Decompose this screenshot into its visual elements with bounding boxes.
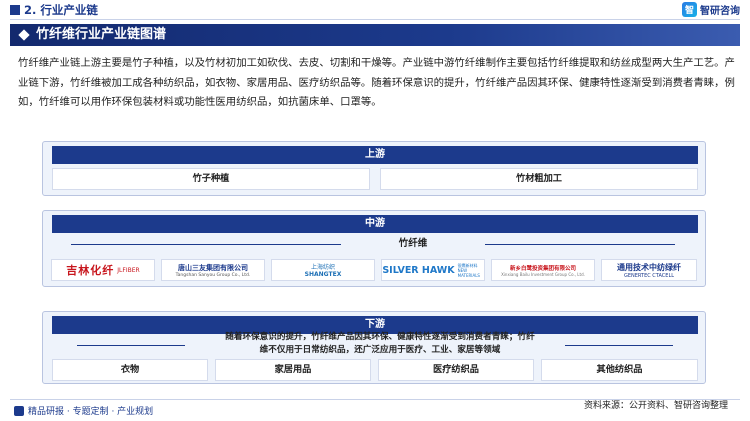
company-name: 唐山三友集团有限公司 [178,263,248,272]
data-source: 资料来源：公开资料、智研咨询整理 [583,401,728,411]
title-banner: 竹纤维行业产业链图谱 [10,24,740,46]
top-header: 2. 行业产业链 智 智研咨询 [0,0,750,20]
downstream-item-other: 其他纺织品 [541,359,698,381]
upstream-item-bamboo-processing: 竹材粗加工 [380,168,698,190]
upstream-item-bamboo-planting: 竹子种植 [52,168,370,190]
company-name: SILVER HAWK [382,264,455,276]
midstream-title: 中游 [52,215,698,233]
company-logo-shangtex[interactable]: 上海纺织 SHANGTEX [271,259,375,281]
section-marker-icon [10,5,20,15]
company-name: 通用技术中纺绿纤 [617,262,681,272]
intro-paragraph: 竹纤维产业链上游主要是竹子种植，以及竹材初加工如砍伐、去皮、切割和干燥等。产业链… [18,57,735,108]
company-name: 上海纺织 [310,264,335,271]
company-name: 吉林化纤 [66,264,115,277]
downstream-item-medical: 医疗纺织品 [378,359,534,381]
brand-name: 智研咨询 [700,6,740,17]
upstream-panel: 上游 竹子种植 竹材粗加工 [42,141,706,196]
downstream-description-line1: 随着环保意识的提升，竹纤维产品因其环保、健康特性逐渐受到消费者青睐；竹纤 [225,332,535,342]
midstream-left-rule [71,244,341,245]
brand-logo[interactable]: 智 智研咨询 [682,2,740,17]
company-sub: 银鹰新材料 NEW MATERIALS [457,262,480,278]
company-logo-bailu[interactable]: 新乡白鹭投资集团有限公司 Xinxiang Bailu Investment G… [491,259,595,281]
page-title: 竹纤维行业产业链图谱 [36,27,167,42]
header-divider [10,19,740,20]
company-sub: Xinxiang Bailu Investment Group Co., Ltd… [501,271,585,277]
company-logo-silverhawk[interactable]: SILVER HAWK 银鹰新材料 NEW MATERIALS [381,259,485,281]
diamond-icon [18,29,30,41]
company-sub: SHANGTEX [304,271,342,278]
downstream-left-rule [77,345,185,346]
downstream-right-rule [565,345,673,346]
company-logo-jlfiber[interactable]: 吉林化纤 JLFIBER [51,259,155,281]
downstream-description-line2: 维不仅用于日常纺织品，还广泛应用于医疗、工业、家居等领域 [259,345,501,355]
section-title: 2. 行业产业链 [24,3,98,17]
downstream-description: 随着环保意识的提升，竹纤维产品因其环保、健康特性逐渐受到消费者青睐；竹纤 维不仅… [200,331,560,357]
footer-tagline: 精品研报 · 专题定制 · 产业规划 [14,404,153,417]
midstream-right-rule [485,244,675,245]
downstream-item-clothing: 衣物 [52,359,208,381]
company-sub: Tangshan Sanyou Group Co., Ltd. [175,272,251,278]
upstream-title: 上游 [52,146,698,164]
report-icon [14,405,24,416]
company-logo-genertec[interactable]: 通用技术中纺绿纤 GENERTEC CTACELL [601,259,697,281]
company-sub: GENERTEC CTACELL [623,272,675,279]
midstream-subtitle: 竹纤维 [398,238,428,249]
brand-mark-icon: 智 [682,2,697,17]
downstream-item-home: 家居用品 [215,359,371,381]
company-sub: JLFIBER [117,266,140,274]
company-name: 新乡白鹭投资集团有限公司 [509,265,576,272]
company-logo-sanyou[interactable]: 唐山三友集团有限公司 Tangshan Sanyou Group Co., Lt… [161,259,265,281]
footer-tagline-text: 精品研报 · 专题定制 · 产业规划 [28,407,154,417]
